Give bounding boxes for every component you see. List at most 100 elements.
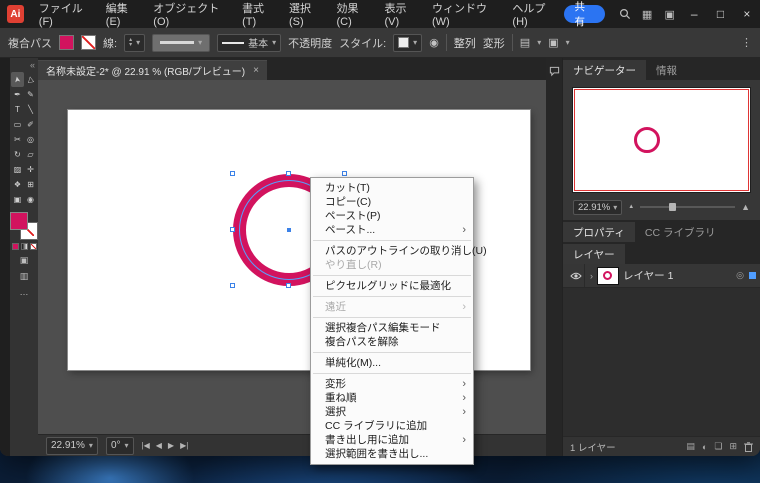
- selection-handle[interactable]: [286, 171, 291, 176]
- tab-info[interactable]: 情報: [646, 60, 687, 80]
- document-setup-icon[interactable]: ▣: [548, 36, 558, 49]
- draw-mode-icon[interactable]: ▣: [20, 255, 29, 266]
- selection-handle[interactable]: [230, 171, 235, 176]
- screen-mode-icon[interactable]: ▥: [20, 271, 29, 282]
- chevron-down-icon[interactable]: ▾: [566, 38, 570, 47]
- tab-navigator[interactable]: ナビゲーター: [563, 60, 646, 80]
- tab-layers[interactable]: レイヤー: [563, 244, 625, 264]
- recolor-artwork-icon[interactable]: ◉: [429, 36, 439, 49]
- previous-artboard-icon[interactable]: ◀: [156, 441, 162, 450]
- layer-target-icon[interactable]: ◎: [736, 270, 744, 281]
- menu-edit[interactable]: 編集(E): [99, 0, 146, 28]
- navigator-zoom-slider[interactable]: [640, 203, 736, 211]
- next-artboard-icon[interactable]: ▶: [168, 441, 174, 450]
- arrange-documents-icon[interactable]: ▣: [658, 0, 681, 28]
- edit-toolbar-icon[interactable]: …: [20, 287, 29, 297]
- chevron-down-icon[interactable]: ▾: [537, 38, 541, 47]
- mesh-tool[interactable]: ⊞: [24, 177, 37, 192]
- curvature-tool[interactable]: ✎: [24, 87, 37, 102]
- style-swatch-dropdown[interactable]: ▾: [393, 33, 423, 52]
- artboard-tool[interactable]: ▣: [11, 192, 24, 207]
- width-profile-dropdown[interactable]: ▾: [152, 33, 211, 52]
- ctx-perspective[interactable]: 遠近 ›: [311, 300, 473, 314]
- fill-color-swatch[interactable]: [59, 35, 74, 50]
- ctx-cut[interactable]: カット(T): [311, 181, 473, 195]
- navigator-view-proxy[interactable]: [574, 89, 749, 191]
- ctx-export-selection[interactable]: 選択範囲を書き出し...: [311, 447, 473, 461]
- rectangle-tool[interactable]: ▭: [11, 117, 24, 132]
- selection-tool[interactable]: ➤: [11, 72, 24, 87]
- layer-name[interactable]: レイヤー 1: [623, 268, 731, 283]
- line-segment-tool[interactable]: ╲: [24, 102, 37, 117]
- new-layer-icon[interactable]: ⊞: [729, 441, 737, 452]
- zoom-in-icon[interactable]: ▲: [741, 202, 750, 212]
- ctx-paste[interactable]: ペースト(P): [311, 209, 473, 223]
- document-tab[interactable]: 名称未設定-2* @ 22.91 % (RGB/プレビュー) ×: [38, 60, 267, 80]
- selection-center-point[interactable]: [287, 228, 291, 232]
- layer-row[interactable]: › レイヤー 1 ◎: [563, 264, 760, 288]
- share-button[interactable]: 共有: [563, 1, 606, 28]
- ctx-arrange[interactable]: 重ね順 ›: [311, 391, 473, 405]
- maximize-button[interactable]: □: [707, 0, 733, 28]
- zoom-tool[interactable]: ◉: [24, 192, 37, 207]
- menu-select[interactable]: 選択(S): [282, 0, 329, 28]
- tab-properties[interactable]: プロパティ: [563, 222, 635, 242]
- gradient-mode-button[interactable]: [20, 243, 28, 250]
- workspace-grid-icon[interactable]: ▦: [636, 0, 659, 28]
- menu-view[interactable]: 表示(V): [378, 0, 425, 28]
- isolate-mode-icon[interactable]: ▤: [520, 36, 530, 49]
- selection-handle[interactable]: [286, 283, 291, 288]
- first-artboard-icon[interactable]: |◀: [142, 441, 150, 450]
- navigator-preview[interactable]: [573, 88, 750, 192]
- comment-icon[interactable]: [549, 66, 560, 77]
- eyedropper-tool[interactable]: ✛: [24, 162, 37, 177]
- tab-cc-libraries[interactable]: CC ライブラリ: [635, 222, 726, 242]
- ctx-add-to-export[interactable]: 書き出し用に追加 ›: [311, 433, 473, 447]
- menu-file[interactable]: ファイル(F): [32, 0, 99, 28]
- search-icon[interactable]: [613, 0, 636, 28]
- zoom-slider-thumb[interactable]: [668, 203, 676, 211]
- ctx-release-compound[interactable]: 複合パスを解除: [311, 335, 473, 349]
- delete-layer-icon[interactable]: [744, 441, 753, 452]
- ctx-copy[interactable]: コピー(C): [311, 195, 473, 209]
- rotation-angle-dropdown[interactable]: 0° ▾: [105, 436, 134, 455]
- menu-effect[interactable]: 効果(C): [329, 0, 377, 28]
- collapse-tools-icon[interactable]: «: [30, 60, 35, 70]
- blob-brush-tool[interactable]: ◎: [24, 132, 37, 147]
- color-mode-button[interactable]: [11, 243, 19, 250]
- stepper-arrows-icon[interactable]: ▴ ▾: [129, 37, 132, 48]
- type-tool[interactable]: T: [11, 102, 24, 117]
- ctx-simplify[interactable]: 単純化(M)...: [311, 356, 473, 370]
- align-button[interactable]: 整列: [454, 35, 476, 51]
- fill-proxy-swatch[interactable]: [10, 212, 28, 230]
- paintbrush-tool[interactable]: ✐: [24, 117, 37, 132]
- fill-stroke-control[interactable]: [10, 212, 38, 240]
- new-sublayer-icon[interactable]: ❏: [714, 441, 722, 452]
- selection-handle[interactable]: [230, 283, 235, 288]
- selection-handle[interactable]: [342, 171, 347, 176]
- rotate-tool[interactable]: ↻: [11, 147, 24, 162]
- none-mode-button[interactable]: [29, 243, 37, 250]
- ctx-isolate-compound[interactable]: 選択複合パス編集モード: [311, 321, 473, 335]
- zoom-out-icon[interactable]: ▲: [628, 204, 634, 210]
- menu-window[interactable]: ウィンドウ(W): [425, 0, 505, 28]
- collect-for-export-icon[interactable]: ▤: [686, 441, 695, 452]
- zoom-level-dropdown[interactable]: 22.91% ▾: [46, 436, 98, 455]
- minimize-button[interactable]: –: [681, 0, 707, 28]
- ctx-transform[interactable]: 変形 ›: [311, 377, 473, 391]
- direct-selection-tool[interactable]: ▷: [24, 72, 37, 87]
- selection-handle[interactable]: [230, 227, 235, 232]
- close-button[interactable]: ×: [734, 0, 760, 28]
- transform-button[interactable]: 変形: [483, 35, 505, 51]
- ctx-select[interactable]: 選択 ›: [311, 405, 473, 419]
- brush-definition-dropdown[interactable]: 基本 ▾: [217, 33, 282, 52]
- ctx-add-to-library[interactable]: CC ライブラリに追加: [311, 419, 473, 433]
- navigator-zoom-dropdown[interactable]: 22.91% ▾: [573, 199, 623, 215]
- stroke-color-swatch[interactable]: [81, 35, 96, 50]
- menu-help[interactable]: ヘルプ(H): [505, 0, 563, 28]
- control-bar-menu-icon[interactable]: ⋮: [741, 36, 752, 49]
- ctx-redo[interactable]: やり直し(R): [311, 258, 473, 272]
- scale-tool[interactable]: ▱: [24, 147, 37, 162]
- chevron-down-icon[interactable]: ▾: [136, 38, 140, 47]
- ctx-paste-options[interactable]: ペースト... ›: [311, 223, 473, 237]
